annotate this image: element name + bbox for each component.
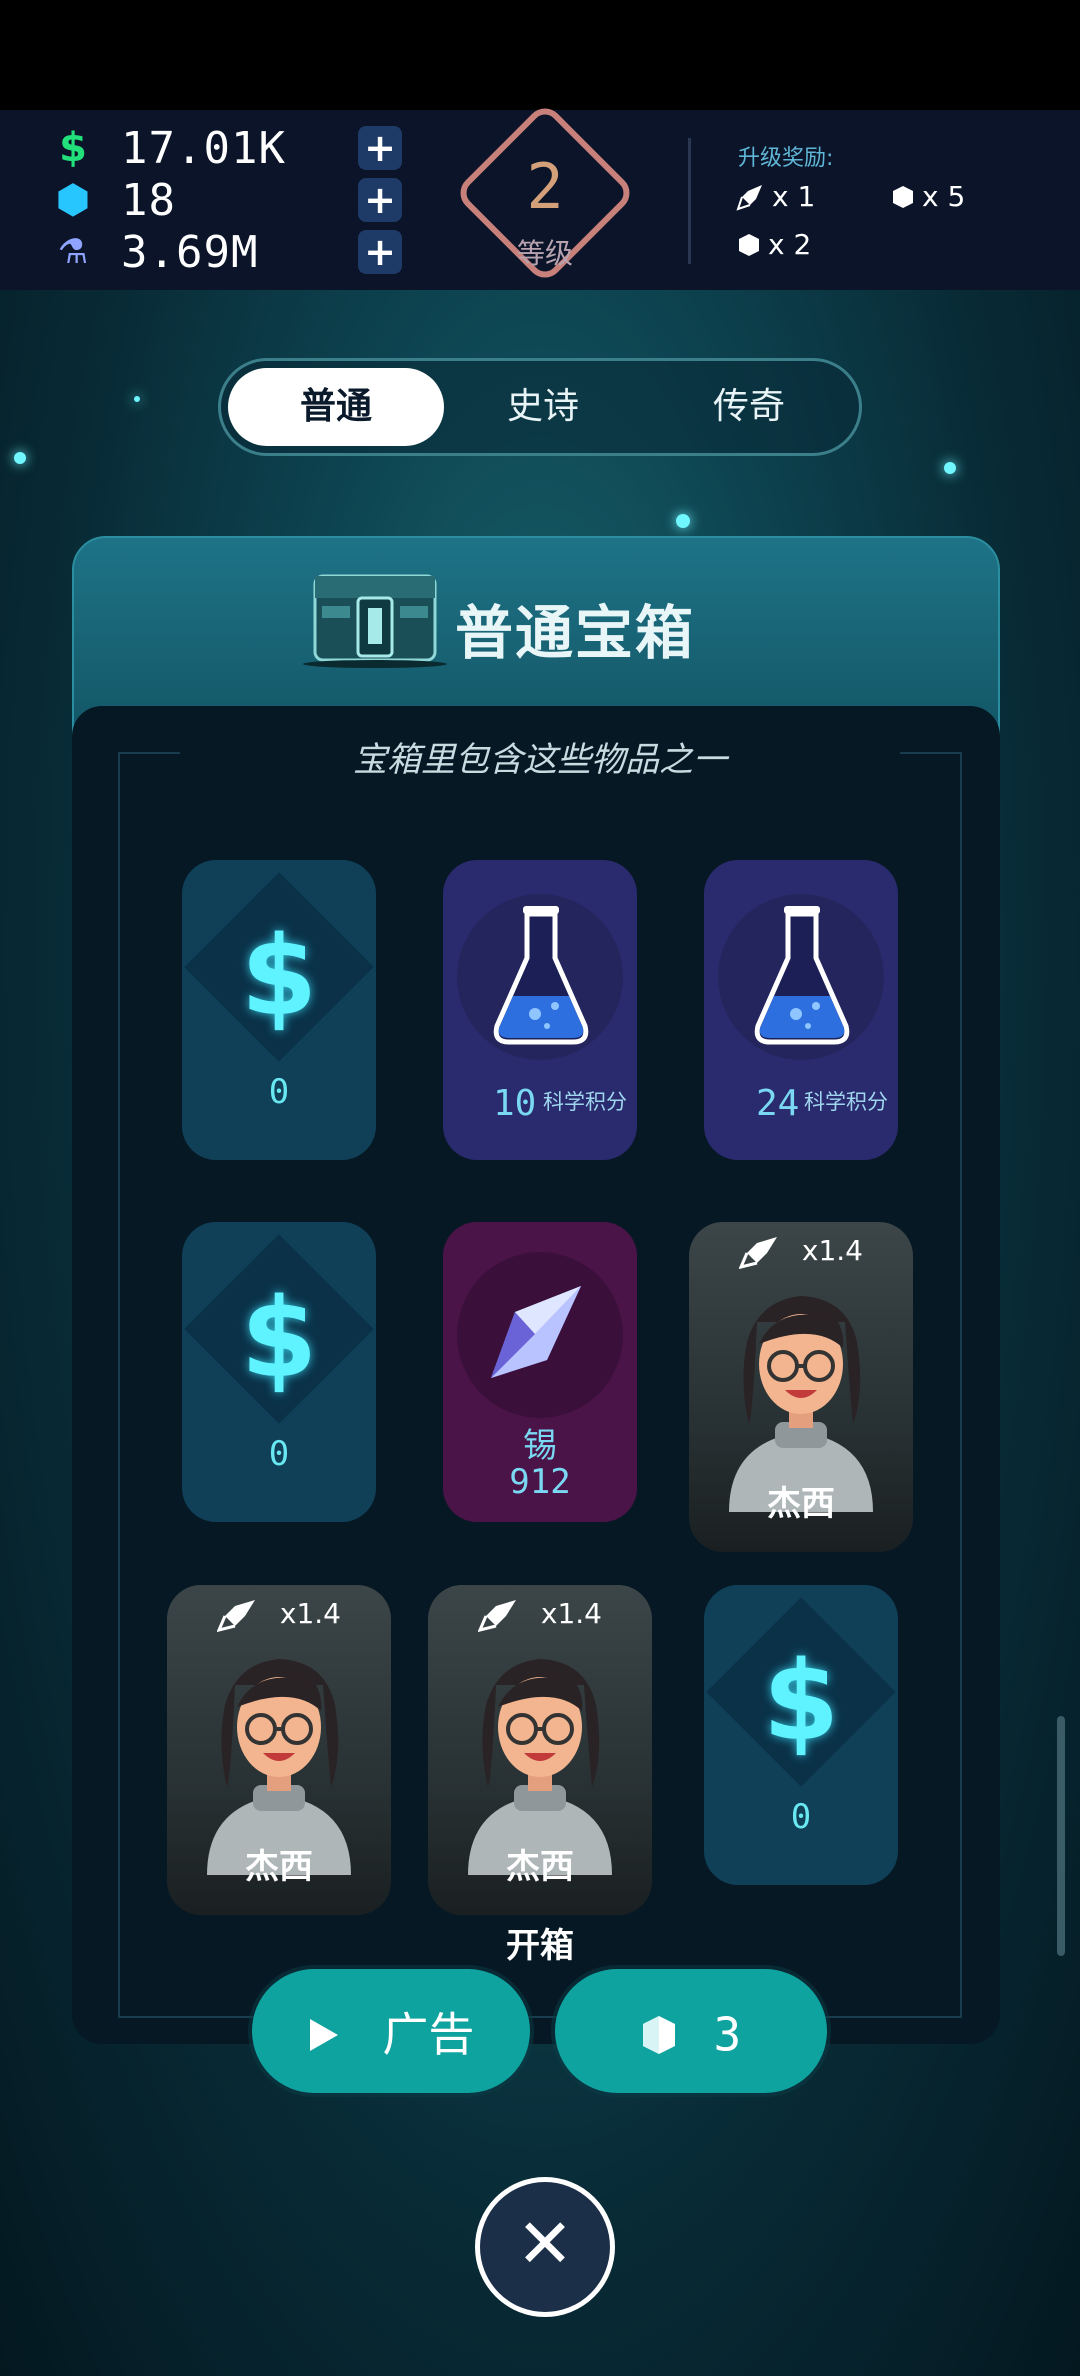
watch-ad-button[interactable]: 广告: [252, 1969, 530, 2093]
boost-label: x1.4: [167, 1597, 391, 1633]
item-unit: 科学积分: [543, 1090, 627, 1114]
boost-value: x1.4: [279, 1597, 341, 1630]
tab-epic[interactable]: 史诗: [435, 368, 651, 446]
item-science: 24 科学积分: [704, 860, 898, 1160]
add-gems-button[interactable]: +: [358, 178, 402, 222]
resource-gems: ⬢ 18: [55, 174, 176, 226]
item-value: 10: [493, 1083, 537, 1124]
rocket-icon: [477, 1600, 516, 1633]
resource-money: $ 17.01K: [55, 122, 286, 174]
item-money: $ 0: [182, 1222, 376, 1522]
reward-gem-2-text: x 2: [768, 228, 812, 261]
tab-common[interactable]: 普通: [228, 368, 444, 446]
money-value: 17.01K: [121, 122, 286, 174]
reward-gem-5-text: x 5: [922, 180, 966, 213]
item-scientist: x1.4 杰西: [167, 1585, 391, 1915]
add-science-button[interactable]: +: [358, 230, 402, 274]
rocket-icon: [216, 1600, 255, 1633]
item-scientist: x1.4 杰西: [428, 1585, 652, 1915]
dollar-icon: $: [240, 912, 318, 1040]
divider: [688, 138, 691, 264]
status-bar: [0, 0, 1080, 110]
item-name: 锡: [523, 1426, 557, 1466]
contents-subtitle: 宝箱里包含这些物品之一: [180, 732, 900, 781]
level-label: 等级: [516, 237, 573, 270]
gem-icon: ⬢: [55, 177, 91, 223]
add-money-button[interactable]: +: [358, 126, 402, 170]
scrollbar[interactable]: [1057, 1716, 1065, 1956]
gem-icon: [739, 233, 759, 256]
background-sparkle: [134, 396, 140, 402]
dollar-icon: $: [59, 125, 87, 171]
open-with-gems-button[interactable]: 3: [555, 1969, 827, 2093]
background-sparkle: [944, 462, 956, 474]
flask-icon: [754, 906, 850, 1045]
watch-ad-label: 广告: [382, 2007, 475, 2062]
item-value: 0: [790, 1797, 812, 1837]
play-icon: [309, 2018, 338, 2051]
gem-icon: [893, 185, 913, 208]
boost-label: x1.4: [428, 1597, 652, 1633]
rarity-tabs: 普通 史诗 传奇: [218, 358, 862, 456]
item-scientist: x1.4 杰西: [689, 1222, 913, 1552]
dollar-icon: $: [762, 1637, 840, 1765]
scientist-name: 杰西: [767, 1484, 835, 1524]
flask-icon: ⚗: [57, 232, 89, 272]
scientist-name: 杰西: [245, 1847, 313, 1887]
item-value: 912: [509, 1462, 571, 1502]
boost-label: x1.4: [689, 1234, 913, 1270]
boost-value: x1.4: [801, 1234, 863, 1267]
reward-rocket: x 1: [736, 180, 815, 213]
rocket-icon: [738, 1237, 777, 1270]
close-button[interactable]: ✕: [475, 2177, 615, 2317]
reward-gem-5: x 5: [892, 180, 965, 213]
gem-icon: [642, 2015, 675, 2054]
tab-legendary[interactable]: 传奇: [641, 368, 857, 446]
item-value: 0: [268, 1434, 290, 1474]
item-value: 24: [756, 1083, 800, 1124]
open-chest-label: 开箱: [506, 1926, 574, 1966]
item-value: 0: [268, 1072, 290, 1112]
item-money: $ 0: [704, 1585, 898, 1885]
item-money: $ 0: [182, 860, 376, 1160]
rocket-icon: [736, 184, 762, 211]
chest-title: 普通宝箱: [455, 599, 696, 667]
background-sparkle: [676, 514, 690, 528]
gems-value: 18: [121, 174, 176, 226]
crystal-icon: [491, 1286, 581, 1378]
science-value: 3.69M: [121, 226, 259, 278]
boost-value: x1.4: [540, 1597, 602, 1630]
chest-icon: [303, 574, 447, 668]
flask-icon: [493, 906, 589, 1045]
gem-cost: 3: [713, 2007, 742, 2062]
dollar-icon: $: [240, 1274, 318, 1402]
item-science: 10 科学积分: [443, 860, 637, 1160]
reward-title: 升级奖励:: [738, 146, 834, 171]
scientist-name: 杰西: [506, 1847, 574, 1887]
background-sparkle: [14, 452, 26, 464]
reward-rocket-text: x 1: [772, 180, 816, 213]
resource-science: ⚗ 3.69M: [55, 226, 258, 278]
item-unit: 科学积分: [804, 1090, 888, 1114]
item-tin: 锡 912: [443, 1222, 637, 1522]
reward-gem-2: x 2: [738, 228, 811, 261]
level-number: 2: [526, 150, 564, 223]
